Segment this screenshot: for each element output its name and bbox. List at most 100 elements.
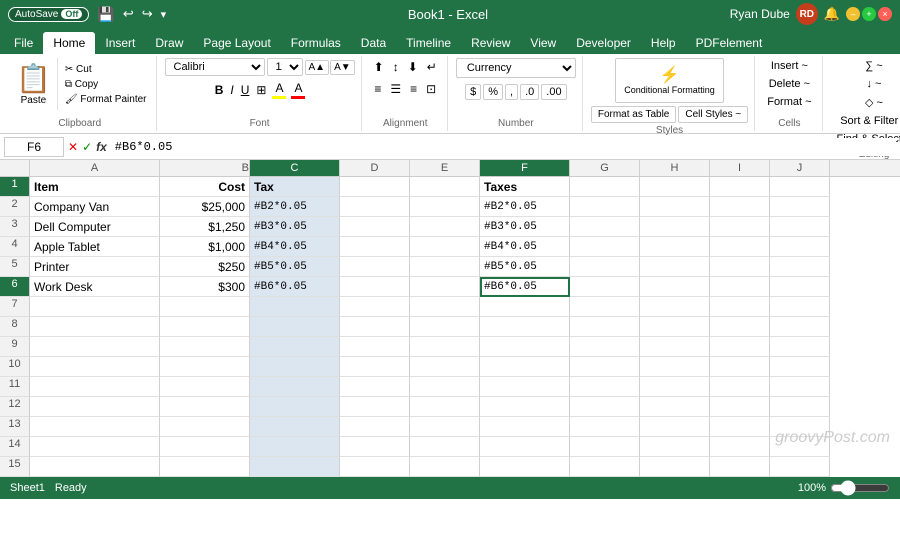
cell-e7[interactable] bbox=[410, 297, 480, 317]
cell-g2[interactable] bbox=[570, 197, 640, 217]
sheet-tab[interactable]: Sheet1 bbox=[10, 482, 45, 494]
formula-fx-icon[interactable]: fx bbox=[96, 140, 107, 154]
sum-button[interactable]: ∑ ~ bbox=[859, 58, 888, 74]
cell-g6[interactable] bbox=[570, 277, 640, 297]
col-header-b[interactable]: B bbox=[160, 160, 250, 176]
cell-b2[interactable]: $25,000 bbox=[160, 197, 250, 217]
cell-j4[interactable] bbox=[770, 237, 830, 257]
font-family-dropdown[interactable]: Calibri bbox=[165, 58, 265, 76]
cell-d7[interactable] bbox=[340, 297, 410, 317]
cell-g1[interactable] bbox=[570, 177, 640, 197]
cell-a2[interactable]: Company Van bbox=[30, 197, 160, 217]
row-num-8[interactable]: 8 bbox=[0, 317, 30, 337]
tab-developer[interactable]: Developer bbox=[566, 32, 641, 54]
tab-home[interactable]: Home bbox=[43, 32, 95, 54]
cell-c4[interactable]: #B4*0.05 bbox=[250, 237, 340, 257]
redo-icon[interactable]: ↪ bbox=[142, 6, 153, 22]
tab-draw[interactable]: Draw bbox=[145, 32, 193, 54]
delete-button[interactable]: Delete ~ bbox=[765, 76, 814, 92]
col-header-i[interactable]: I bbox=[710, 160, 770, 176]
row-num-13[interactable]: 13 bbox=[0, 417, 30, 437]
row-num-1[interactable]: 1 bbox=[0, 177, 30, 197]
cell-e4[interactable] bbox=[410, 237, 480, 257]
align-left-button[interactable]: ≡ bbox=[370, 80, 385, 98]
row-num-2[interactable]: 2 bbox=[0, 197, 30, 217]
cut-button[interactable]: ✂ Cut bbox=[62, 63, 150, 76]
row-num-4[interactable]: 4 bbox=[0, 237, 30, 257]
align-bottom-button[interactable]: ⬇ bbox=[404, 58, 422, 76]
row-num-11[interactable]: 11 bbox=[0, 377, 30, 397]
border-button[interactable]: ⊞ bbox=[253, 82, 269, 98]
col-header-g[interactable]: G bbox=[570, 160, 640, 176]
tab-timeline[interactable]: Timeline bbox=[396, 32, 461, 54]
cell-d5[interactable] bbox=[340, 257, 410, 277]
align-middle-button[interactable]: ↕ bbox=[389, 58, 403, 76]
row-num-14[interactable]: 14 bbox=[0, 437, 30, 457]
autosave-badge[interactable]: AutoSave Off bbox=[8, 7, 89, 22]
tab-help[interactable]: Help bbox=[641, 32, 686, 54]
cell-c1[interactable]: Tax bbox=[250, 177, 340, 197]
cell-f5[interactable]: #B5*0.05 bbox=[480, 257, 570, 277]
tab-data[interactable]: Data bbox=[351, 32, 396, 54]
format-painter-button[interactable]: 🖌 Format Painter bbox=[62, 93, 150, 106]
col-header-f[interactable]: F bbox=[480, 160, 570, 176]
cell-i6[interactable] bbox=[710, 277, 770, 297]
cell-c3[interactable]: #B3*0.05 bbox=[250, 217, 340, 237]
row-num-10[interactable]: 10 bbox=[0, 357, 30, 377]
tab-formulas[interactable]: Formulas bbox=[281, 32, 351, 54]
cell-f7[interactable] bbox=[480, 297, 570, 317]
cell-i4[interactable] bbox=[710, 237, 770, 257]
cell-f3[interactable]: #B3*0.05 bbox=[480, 217, 570, 237]
align-center-button[interactable]: ☰ bbox=[386, 80, 405, 98]
cell-f1[interactable]: Taxes bbox=[480, 177, 570, 197]
row-num-6[interactable]: 6 bbox=[0, 277, 30, 297]
cell-c5[interactable]: #B5*0.05 bbox=[250, 257, 340, 277]
cell-i1[interactable] bbox=[710, 177, 770, 197]
cell-e6[interactable] bbox=[410, 277, 480, 297]
zoom-slider[interactable] bbox=[830, 480, 890, 496]
tab-insert[interactable]: Insert bbox=[95, 32, 145, 54]
tab-file[interactable]: File bbox=[4, 32, 43, 54]
increase-font-size-button[interactable]: A▲ bbox=[305, 60, 330, 75]
format-button[interactable]: Format ~ bbox=[763, 94, 815, 110]
cell-b7[interactable] bbox=[160, 297, 250, 317]
row-num-12[interactable]: 12 bbox=[0, 397, 30, 417]
cell-d1[interactable] bbox=[340, 177, 410, 197]
cell-i7[interactable] bbox=[710, 297, 770, 317]
decrease-font-size-button[interactable]: A▼ bbox=[330, 60, 355, 75]
number-format-dropdown[interactable]: Currency bbox=[456, 58, 576, 78]
tab-page-layout[interactable]: Page Layout bbox=[193, 32, 280, 54]
italic-button[interactable]: I bbox=[227, 82, 236, 98]
align-right-button[interactable]: ≡ bbox=[406, 80, 421, 98]
row-num-15[interactable]: 15 bbox=[0, 457, 30, 477]
cell-f2[interactable]: #B2*0.05 bbox=[480, 197, 570, 217]
conditional-formatting-button[interactable]: ⚡ Conditional Formatting bbox=[615, 58, 724, 103]
col-header-h[interactable]: H bbox=[640, 160, 710, 176]
fill-color-button[interactable]: A bbox=[270, 80, 288, 100]
cell-b1[interactable]: Cost bbox=[160, 177, 250, 197]
cell-a4[interactable]: Apple Tablet bbox=[30, 237, 160, 257]
minimize-button[interactable]: – bbox=[846, 7, 860, 21]
cell-g3[interactable] bbox=[570, 217, 640, 237]
cell-g5[interactable] bbox=[570, 257, 640, 277]
cell-h6[interactable] bbox=[640, 277, 710, 297]
col-header-d[interactable]: D bbox=[340, 160, 410, 176]
cell-e3[interactable] bbox=[410, 217, 480, 237]
ribbon-toggle-icon[interactable]: 🔔 bbox=[824, 6, 840, 22]
paste-button[interactable]: 📋 Paste bbox=[10, 58, 58, 110]
cell-h2[interactable] bbox=[640, 197, 710, 217]
col-header-c[interactable]: C bbox=[250, 160, 340, 176]
font-color-button[interactable]: A bbox=[289, 80, 307, 100]
cell-styles-button[interactable]: Cell Styles ~ bbox=[678, 106, 748, 123]
cell-c6[interactable]: #B6*0.05 bbox=[250, 277, 340, 297]
percent-button[interactable]: % bbox=[483, 84, 503, 100]
increase-decimal-button[interactable]: .0 bbox=[520, 84, 539, 100]
name-box[interactable] bbox=[4, 137, 64, 157]
tab-pdfelement[interactable]: PDFelement bbox=[686, 32, 773, 54]
autosave-toggle[interactable]: Off bbox=[61, 9, 82, 19]
format-as-table-button[interactable]: Format as Table bbox=[591, 106, 677, 123]
copy-button[interactable]: ⧉ Copy bbox=[62, 78, 150, 91]
maximize-button[interactable]: + bbox=[862, 7, 876, 21]
row-num-7[interactable]: 7 bbox=[0, 297, 30, 317]
cell-j7[interactable] bbox=[770, 297, 830, 317]
